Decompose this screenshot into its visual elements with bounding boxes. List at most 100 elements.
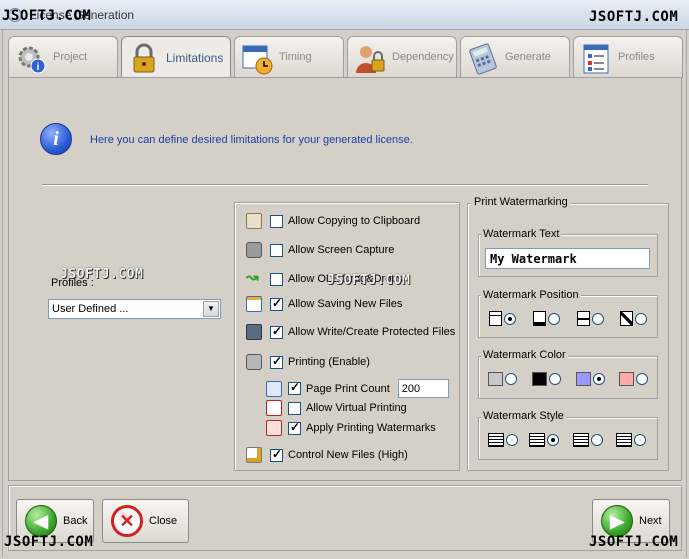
style-option-2[interactable] — [529, 433, 559, 447]
position-top-left-icon — [489, 311, 502, 326]
option-apply-watermarks[interactable]: Apply Printing Watermarks — [266, 420, 436, 436]
tab-timing[interactable]: Timing — [234, 36, 344, 78]
color-option-black[interactable] — [532, 372, 561, 386]
tab-profiles[interactable]: Profiles — [573, 36, 683, 78]
option-screen-capture[interactable]: Allow Screen Capture — [246, 242, 394, 258]
position-diagonal-icon — [620, 311, 633, 326]
style-outlined-icon — [529, 433, 545, 447]
radio-position-top-left[interactable] — [504, 312, 516, 325]
close-label: Close — [149, 515, 178, 527]
option-label: Allow Copying to Clipboard — [288, 215, 421, 227]
page-print-count-input[interactable] — [397, 379, 449, 398]
checkbox-save-new[interactable] — [270, 296, 283, 311]
option-label: Allow Write/Create Protected Files — [288, 326, 456, 338]
option-write-protected[interactable]: Allow Write/Create Protected Files — [246, 324, 455, 340]
checkbox-write-protected[interactable] — [270, 324, 283, 339]
profiles-dropdown[interactable]: User Defined ... ▼ — [48, 299, 221, 319]
site-watermark: JSOFTJ.COM — [4, 534, 94, 550]
stamp-icon — [266, 420, 282, 436]
option-save-new[interactable]: Allow Saving New Files — [246, 296, 402, 312]
watermark-position-title: Watermark Position — [481, 289, 581, 301]
color-swatch-pink — [619, 372, 634, 386]
tab-label: Project — [53, 51, 88, 63]
option-printing[interactable]: Printing (Enable) — [246, 354, 370, 370]
padlock-icon — [133, 43, 155, 73]
checkbox-copy-clipboard[interactable] — [270, 214, 283, 228]
radio-color-black[interactable] — [549, 373, 561, 385]
watermark-text-title: Watermark Text — [481, 228, 562, 240]
radio-color-blue[interactable] — [593, 373, 605, 385]
watermark-text-input[interactable] — [485, 248, 650, 269]
option-page-print-count[interactable]: Page Print Count — [266, 379, 449, 398]
radio-style-2[interactable] — [547, 434, 559, 446]
checkbox-printing[interactable] — [270, 354, 283, 369]
site-watermark: JSOFTJ.COM — [589, 534, 679, 550]
color-swatch-gray — [488, 372, 503, 386]
radio-style-4[interactable] — [634, 434, 646, 446]
position-option-top-left[interactable] — [489, 311, 516, 326]
style-plain-icon — [488, 433, 504, 447]
user-lock-icon — [356, 46, 385, 73]
close-button[interactable]: ✕ Close — [102, 499, 189, 543]
close-icon: ✕ — [111, 505, 143, 537]
radio-position-diagonal[interactable] — [635, 312, 647, 325]
print-watermarking-title: Print Watermarking — [471, 196, 571, 208]
svg-text:i: i — [37, 62, 40, 73]
site-watermark: JSOFTJ.COM — [589, 9, 679, 25]
tab-project[interactable]: i Project — [8, 36, 118, 78]
option-copy-clipboard[interactable]: Allow Copying to Clipboard — [246, 213, 420, 229]
color-swatch-blue — [576, 372, 591, 386]
option-label: Allow Saving New Files — [288, 298, 403, 310]
checkbox-virtual-printing[interactable] — [288, 401, 301, 415]
calendar-clock-icon — [242, 45, 273, 75]
position-option-center[interactable] — [577, 311, 604, 326]
tab-strip: i Project Limitations Timing Dependency — [8, 36, 683, 80]
position-option-diagonal[interactable] — [620, 311, 647, 326]
style-option-4[interactable] — [616, 433, 646, 447]
color-option-pink[interactable] — [619, 372, 648, 386]
checklist-icon — [583, 44, 609, 74]
divider — [42, 184, 648, 186]
radio-style-1[interactable] — [506, 434, 518, 446]
radio-color-pink[interactable] — [636, 373, 648, 385]
option-label: Apply Printing Watermarks — [306, 422, 436, 434]
radio-color-gray[interactable] — [505, 373, 517, 385]
site-watermark: JSOFTJ.COM — [327, 273, 411, 288]
option-label: Page Print Count — [306, 382, 390, 395]
color-option-blue[interactable] — [576, 372, 605, 386]
style-option-3[interactable] — [573, 433, 603, 447]
watermark-color-title: Watermark Color — [481, 349, 568, 361]
calculator-icon — [469, 43, 497, 75]
green-arrow-icon: ↝ — [246, 269, 259, 286]
radio-style-3[interactable] — [591, 434, 603, 446]
option-label: Allow Screen Capture — [288, 244, 395, 256]
checkbox-control-new-files[interactable] — [270, 447, 283, 462]
tab-limitations[interactable]: Limitations — [121, 36, 231, 80]
pdf-icon — [266, 400, 282, 416]
site-watermark: JSOFTJ.COM — [2, 8, 92, 24]
next-arrow-icon: ▶ — [601, 505, 633, 537]
tab-generate[interactable]: Generate — [460, 36, 570, 78]
camera-icon — [246, 242, 262, 258]
radio-position-bottom-left[interactable] — [548, 312, 560, 325]
chevron-down-icon[interactable]: ▼ — [203, 301, 219, 317]
site-watermark: JSOFTJ.COM — [60, 267, 144, 282]
option-control-new-files[interactable]: Control New Files (High) — [246, 447, 408, 463]
style-shadow-icon — [573, 433, 589, 447]
color-option-gray[interactable] — [488, 372, 517, 386]
tab-label: Dependency — [392, 51, 454, 63]
option-label: Printing (Enable) — [288, 356, 370, 368]
checkbox-ole[interactable] — [270, 272, 283, 286]
checkbox-screen-capture[interactable] — [270, 243, 283, 257]
option-virtual-printing[interactable]: Allow Virtual Printing — [266, 400, 407, 416]
page-count-icon — [266, 380, 282, 397]
checkbox-page-print-count[interactable] — [288, 380, 301, 395]
checkbox-apply-watermarks[interactable] — [288, 420, 301, 435]
tab-label: Generate — [505, 51, 551, 63]
title-bar: License Generation — [0, 0, 689, 30]
position-option-bottom-left[interactable] — [533, 311, 560, 326]
tab-dependency[interactable]: Dependency — [347, 36, 457, 78]
style-option-1[interactable] — [488, 433, 518, 447]
radio-position-center[interactable] — [592, 312, 604, 325]
gear-info-icon: i — [18, 46, 46, 74]
